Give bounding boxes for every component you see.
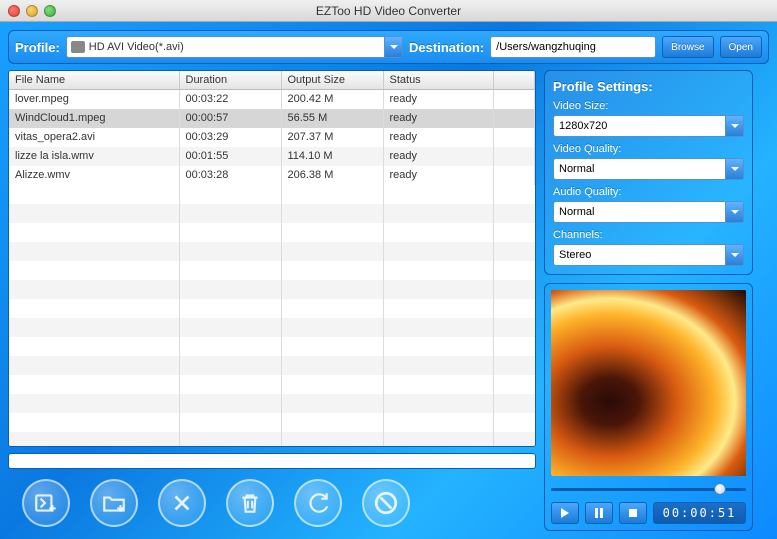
remove-button[interactable] [158, 479, 206, 527]
col-filename[interactable]: File Name [9, 71, 179, 90]
table-row[interactable]: WindCloud1.mpeg00:00:5756.55 Mready [9, 109, 535, 128]
titlebar: EZToo HD Video Converter [0, 0, 777, 22]
conversion-progress [8, 453, 536, 469]
channels-select[interactable]: Stereo [553, 244, 744, 266]
seek-slider[interactable] [551, 482, 746, 496]
video-size-label: Video Size: [553, 100, 744, 112]
destination-value: /Users/wangzhuqing [496, 41, 596, 53]
chevron-down-icon[interactable] [725, 202, 743, 222]
cell-status: ready [383, 128, 493, 147]
settings-title: Profile Settings: [553, 79, 744, 94]
cell-duration: 00:00:57 [179, 109, 281, 128]
video-size-select[interactable]: 1280x720 [553, 115, 744, 137]
profile-settings-panel: Profile Settings: Video Size: 1280x720 V… [544, 70, 753, 275]
cell-output_size: 200.42 M [281, 90, 383, 109]
profile-value: HD AVI Video(*.avi) [89, 41, 184, 53]
add-file-button[interactable] [22, 479, 70, 527]
table-row[interactable]: Alizze.wmv00:03:28206.38 Mready [9, 166, 535, 185]
col-output-size[interactable]: Output Size [281, 71, 383, 90]
stop-button[interactable] [362, 479, 410, 527]
cell-output_size: 114.10 M [281, 147, 383, 166]
col-status[interactable]: Status [383, 71, 493, 90]
convert-button[interactable] [294, 479, 342, 527]
cell-filename: Alizze.wmv [9, 166, 179, 185]
playback-time: 00:00:51 [653, 502, 746, 524]
open-button[interactable]: Open [720, 36, 762, 58]
cell-output_size: 206.38 M [281, 166, 383, 185]
chevron-down-icon[interactable] [725, 116, 743, 136]
profile-combo[interactable]: HD AVI Video(*.avi) [66, 36, 403, 58]
browse-button[interactable]: Browse [662, 36, 713, 58]
play-button[interactable] [551, 502, 579, 524]
toolbar: Profile: HD AVI Video(*.avi) Destination… [8, 30, 769, 64]
video-quality-select[interactable]: Normal [553, 158, 744, 180]
cell-status: ready [383, 109, 493, 128]
preview-panel: 00:00:51 [544, 283, 753, 531]
trash-button[interactable] [226, 479, 274, 527]
file-table: File Name Duration Output Size Status lo… [8, 70, 536, 447]
video-quality-label: Video Quality: [553, 143, 744, 155]
chevron-down-icon[interactable] [725, 245, 743, 265]
cell-filename: vitas_opera2.avi [9, 128, 179, 147]
window-title: EZToo HD Video Converter [0, 4, 777, 18]
add-folder-button[interactable] [90, 479, 138, 527]
table-row[interactable]: lizze la isla.wmv00:01:55114.10 Mready [9, 147, 535, 166]
profile-label: Profile: [15, 40, 60, 55]
cell-duration: 00:01:55 [179, 147, 281, 166]
table-row[interactable]: vitas_opera2.avi00:03:29207.37 Mready [9, 128, 535, 147]
audio-quality-select[interactable]: Normal [553, 201, 744, 223]
chevron-down-icon[interactable] [725, 159, 743, 179]
cell-status: ready [383, 166, 493, 185]
cell-duration: 00:03:29 [179, 128, 281, 147]
destination-label: Destination: [409, 40, 484, 55]
col-spacer [493, 71, 535, 90]
pause-button[interactable] [585, 502, 613, 524]
cell-filename: WindCloud1.mpeg [9, 109, 179, 128]
destination-input[interactable]: /Users/wangzhuqing [490, 36, 656, 58]
profile-format-icon [71, 41, 85, 53]
cell-filename: lizze la isla.wmv [9, 147, 179, 166]
audio-quality-label: Audio Quality: [553, 186, 744, 198]
cell-status: ready [383, 90, 493, 109]
chevron-down-icon[interactable] [384, 37, 402, 57]
cell-status: ready [383, 147, 493, 166]
cell-filename: lover.mpeg [9, 90, 179, 109]
cell-output_size: 207.37 M [281, 128, 383, 147]
video-preview [551, 290, 746, 476]
cell-duration: 00:03:22 [179, 90, 281, 109]
col-duration[interactable]: Duration [179, 71, 281, 90]
channels-label: Channels: [553, 229, 744, 241]
table-row[interactable]: lover.mpeg00:03:22200.42 Mready [9, 90, 535, 109]
cell-duration: 00:03:28 [179, 166, 281, 185]
cell-output_size: 56.55 M [281, 109, 383, 128]
stop-playback-button[interactable] [619, 502, 647, 524]
